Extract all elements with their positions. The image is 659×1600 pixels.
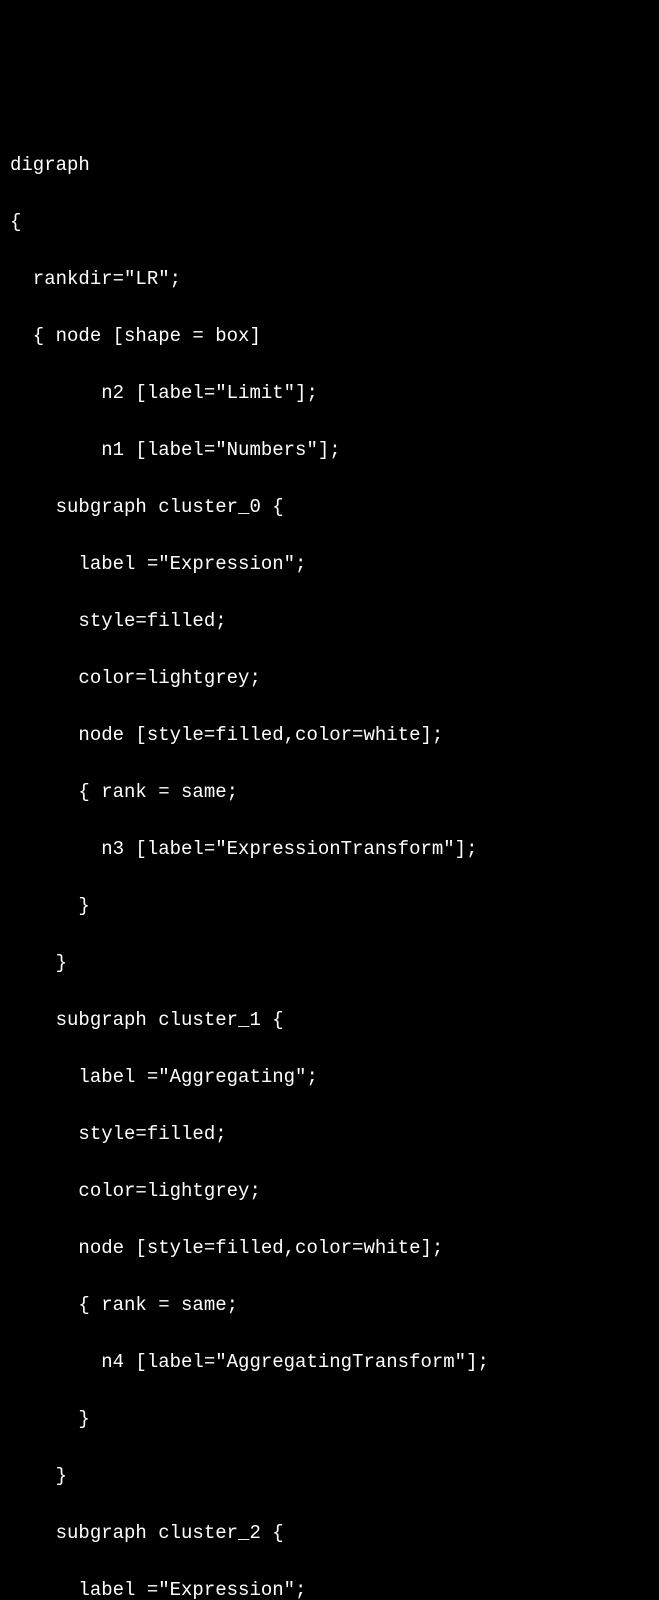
code-line: label ="Aggregating"; <box>10 1063 649 1092</box>
code-line: subgraph cluster_1 { <box>10 1006 649 1035</box>
code-block: digraph { rankdir="LR"; { node [shape = … <box>10 122 649 1600</box>
code-line: color=lightgrey; <box>10 664 649 693</box>
code-line: style=filled; <box>10 1120 649 1149</box>
code-line: { <box>10 208 649 237</box>
code-line: label ="Expression"; <box>10 1576 649 1600</box>
code-line: style=filled; <box>10 607 649 636</box>
code-line: { rank = same; <box>10 1291 649 1320</box>
code-line: subgraph cluster_0 { <box>10 493 649 522</box>
code-line: n2 [label="Limit"]; <box>10 379 649 408</box>
code-line: digraph <box>10 151 649 180</box>
code-line: { rank = same; <box>10 778 649 807</box>
code-line: n1 [label="Numbers"]; <box>10 436 649 465</box>
code-line: n4 [label="AggregatingTransform"]; <box>10 1348 649 1377</box>
code-line: node [style=filled,color=white]; <box>10 721 649 750</box>
code-line: } <box>10 892 649 921</box>
code-line: label ="Expression"; <box>10 550 649 579</box>
code-line: { node [shape = box] <box>10 322 649 351</box>
code-line: color=lightgrey; <box>10 1177 649 1206</box>
code-line: n3 [label="ExpressionTransform"]; <box>10 835 649 864</box>
code-line: } <box>10 949 649 978</box>
code-line: rankdir="LR"; <box>10 265 649 294</box>
code-line: node [style=filled,color=white]; <box>10 1234 649 1263</box>
code-line: } <box>10 1405 649 1434</box>
code-line: subgraph cluster_2 { <box>10 1519 649 1548</box>
code-line: } <box>10 1462 649 1491</box>
